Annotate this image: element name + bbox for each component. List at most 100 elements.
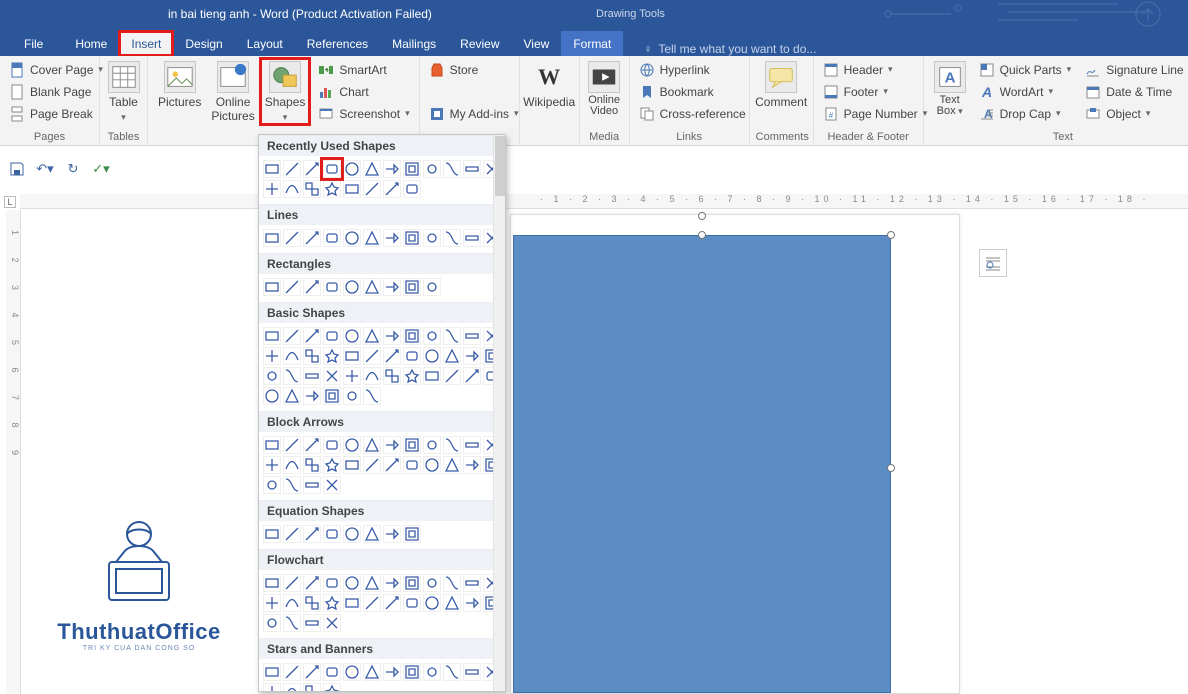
shape-item[interactable] xyxy=(423,347,441,365)
shape-item[interactable] xyxy=(363,278,381,296)
shape-item[interactable] xyxy=(303,594,321,612)
scrollbar-thumb[interactable] xyxy=(495,136,505,196)
shape-item[interactable] xyxy=(283,347,301,365)
shape-item[interactable] xyxy=(303,476,321,494)
shape-item[interactable] xyxy=(303,525,321,543)
shape-item[interactable] xyxy=(363,229,381,247)
shape-item[interactable] xyxy=(323,160,341,178)
shape-item[interactable] xyxy=(303,436,321,454)
shape-item[interactable] xyxy=(423,594,441,612)
shape-item[interactable] xyxy=(283,387,301,405)
shape-item[interactable] xyxy=(403,663,421,681)
shape-item[interactable] xyxy=(423,367,441,385)
shape-item[interactable] xyxy=(263,327,281,345)
shape-item[interactable] xyxy=(343,327,361,345)
wikipedia-button[interactable]: WWikipedia xyxy=(526,59,573,109)
hyperlink-button[interactable]: Hyperlink xyxy=(636,59,743,80)
resize-handle-e[interactable] xyxy=(887,464,895,472)
shape-item[interactable] xyxy=(363,456,381,474)
shape-item[interactable] xyxy=(323,387,341,405)
shape-item[interactable] xyxy=(363,160,381,178)
shape-item[interactable] xyxy=(383,456,401,474)
store-button[interactable]: Store xyxy=(426,59,513,80)
shape-item[interactable] xyxy=(343,229,361,247)
object-button[interactable]: Object xyxy=(1082,103,1188,124)
tab-insert[interactable]: Insert xyxy=(119,31,173,56)
shape-item[interactable] xyxy=(263,160,281,178)
shape-item[interactable] xyxy=(263,456,281,474)
shape-item[interactable] xyxy=(343,278,361,296)
shape-item[interactable] xyxy=(423,456,441,474)
shape-item[interactable] xyxy=(363,663,381,681)
quick-parts-button[interactable]: Quick Parts xyxy=(976,59,1075,80)
bookmark-button[interactable]: Bookmark xyxy=(636,81,743,102)
shape-item[interactable] xyxy=(403,574,421,592)
shape-item[interactable] xyxy=(323,614,341,632)
tab-review[interactable]: Review xyxy=(448,31,511,56)
shape-item[interactable] xyxy=(323,347,341,365)
shape-item[interactable] xyxy=(383,347,401,365)
shape-item[interactable] xyxy=(283,436,301,454)
tab-selector[interactable]: L xyxy=(4,196,16,208)
shape-item[interactable] xyxy=(343,436,361,454)
shape-item[interactable] xyxy=(283,574,301,592)
shape-item[interactable] xyxy=(263,525,281,543)
shape-item[interactable] xyxy=(403,367,421,385)
shape-item[interactable] xyxy=(263,614,281,632)
shape-item[interactable] xyxy=(303,456,321,474)
shape-item[interactable] xyxy=(323,574,341,592)
cover-page-button[interactable]: Cover Page xyxy=(6,59,93,80)
shape-item[interactable] xyxy=(363,436,381,454)
online-video-button[interactable]: Online Video xyxy=(586,59,623,117)
shape-item[interactable] xyxy=(403,456,421,474)
shape-item[interactable] xyxy=(383,278,401,296)
shape-item[interactable] xyxy=(303,387,321,405)
shape-item[interactable] xyxy=(383,160,401,178)
tell-me[interactable]: ♀ Tell me what you want to do... xyxy=(643,42,816,56)
shape-item[interactable] xyxy=(363,594,381,612)
shape-item[interactable] xyxy=(443,456,461,474)
shape-item[interactable] xyxy=(323,327,341,345)
shape-item[interactable] xyxy=(283,663,301,681)
shape-item[interactable] xyxy=(263,683,281,692)
shape-item[interactable] xyxy=(443,367,461,385)
shape-item[interactable] xyxy=(263,663,281,681)
shape-item[interactable] xyxy=(303,160,321,178)
table-button[interactable]: Table xyxy=(106,59,141,123)
shape-item[interactable] xyxy=(443,347,461,365)
shape-item[interactable] xyxy=(463,436,481,454)
pictures-button[interactable]: Pictures xyxy=(154,59,205,124)
shape-item[interactable] xyxy=(263,594,281,612)
shape-item[interactable] xyxy=(343,574,361,592)
shape-item[interactable] xyxy=(463,160,481,178)
shape-item[interactable] xyxy=(463,663,481,681)
shape-item[interactable] xyxy=(303,327,321,345)
shape-item[interactable] xyxy=(463,574,481,592)
shape-item[interactable] xyxy=(363,574,381,592)
shape-item[interactable] xyxy=(463,229,481,247)
selected-rectangle-shape[interactable] xyxy=(513,235,891,693)
shape-item[interactable] xyxy=(403,278,421,296)
header-button[interactable]: Header xyxy=(820,59,917,80)
shape-item[interactable] xyxy=(403,594,421,612)
shape-item[interactable] xyxy=(363,525,381,543)
shape-item[interactable] xyxy=(323,456,341,474)
shape-item[interactable] xyxy=(463,367,481,385)
shape-item[interactable] xyxy=(263,367,281,385)
document-page[interactable] xyxy=(510,214,960,694)
shape-item[interactable] xyxy=(363,387,381,405)
blank-page-button[interactable]: Blank Page xyxy=(6,81,93,102)
footer-button[interactable]: Footer xyxy=(820,81,917,102)
tab-references[interactable]: References xyxy=(295,31,380,56)
undo-icon[interactable]: ↶▾ xyxy=(36,160,54,178)
shape-item[interactable] xyxy=(283,367,301,385)
shape-item[interactable] xyxy=(363,327,381,345)
spelling-icon[interactable]: ✓▾ xyxy=(92,160,110,178)
shape-item[interactable] xyxy=(283,160,301,178)
shape-item[interactable] xyxy=(383,229,401,247)
layout-options-button[interactable] xyxy=(979,249,1007,277)
shape-item[interactable] xyxy=(323,663,341,681)
smartart-button[interactable]: SmartArt xyxy=(315,59,412,80)
shape-item[interactable] xyxy=(303,614,321,632)
scrollbar[interactable] xyxy=(493,135,505,691)
